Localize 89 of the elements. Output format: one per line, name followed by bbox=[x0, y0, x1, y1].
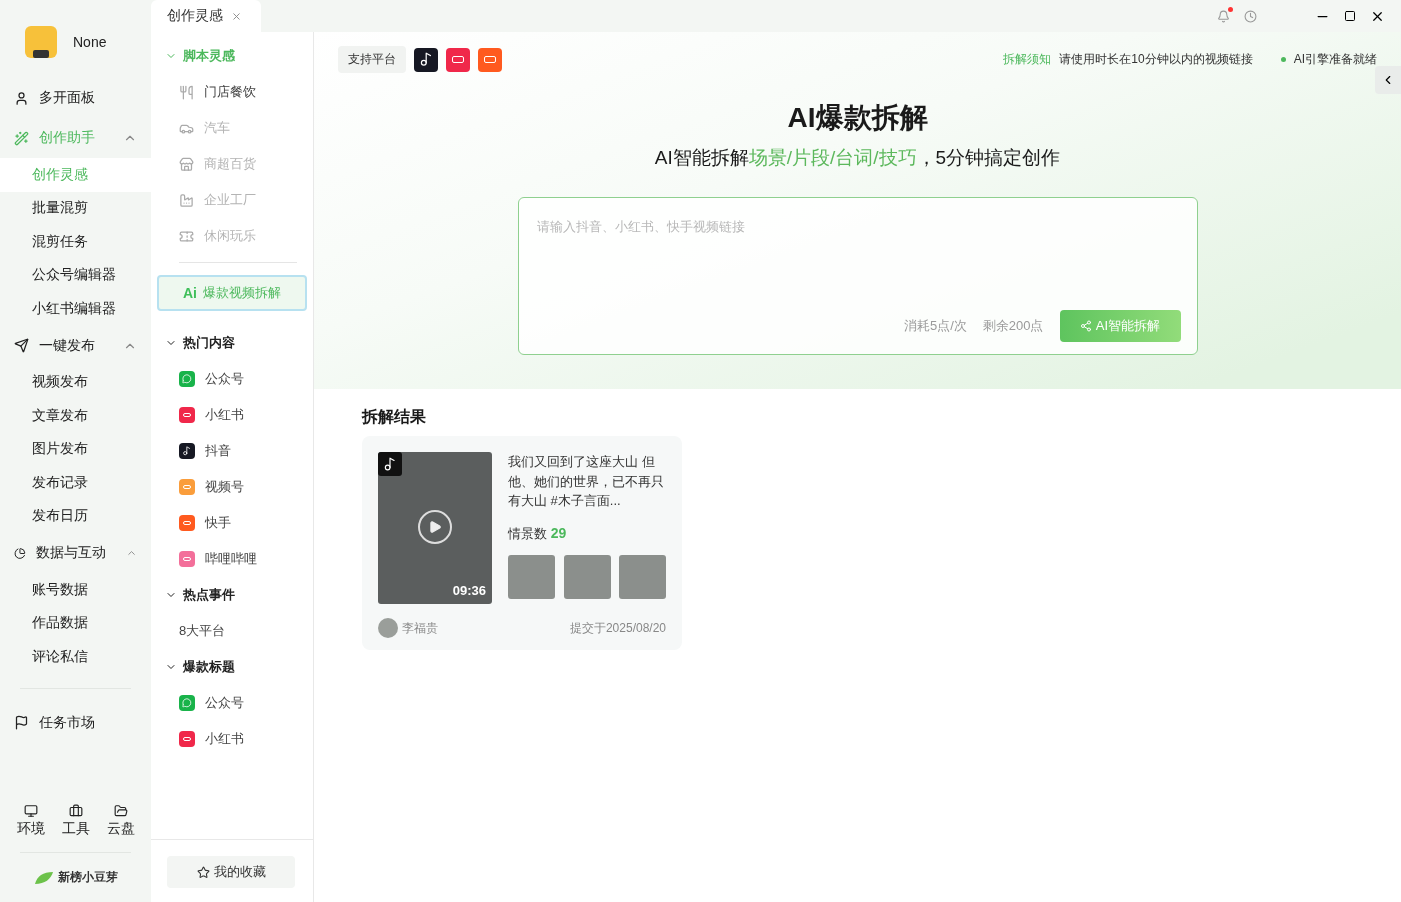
music-note-icon bbox=[179, 443, 195, 459]
app-logo-icon bbox=[179, 551, 195, 567]
section-header[interactable]: 热点事件 bbox=[151, 577, 313, 613]
bell-icon[interactable] bbox=[1217, 9, 1230, 23]
subtitle: AI智能拆解场景/片段/台词/技巧，5分钟搞定创作 bbox=[653, 146, 1062, 170]
clock-icon[interactable] bbox=[1244, 9, 1257, 23]
tool-button[interactable]: 环境 bbox=[16, 804, 45, 838]
nav-item[interactable]: 数据与互动 bbox=[0, 533, 151, 573]
maximize-icon[interactable] bbox=[1344, 10, 1356, 22]
panel-item[interactable]: 公众号 bbox=[151, 685, 313, 721]
nav-subitem[interactable]: 图片发布 bbox=[0, 432, 151, 466]
collapse-button[interactable] bbox=[1375, 66, 1401, 94]
page-title: AI爆款拆解 bbox=[786, 101, 929, 135]
nav-subitem[interactable]: 发布日历 bbox=[0, 499, 151, 533]
video-thumbnail[interactable]: 09:36 bbox=[378, 452, 492, 604]
app-logo-icon bbox=[446, 47, 470, 72]
panel-item[interactable]: 公众号 bbox=[151, 361, 313, 397]
platforms-label: 支持平台 bbox=[338, 46, 406, 73]
results-title: 拆解结果 bbox=[362, 407, 427, 427]
chat-bubble-icon bbox=[179, 695, 195, 711]
nav-subitem[interactable]: 账号数据 bbox=[0, 573, 151, 607]
nav-item[interactable]: 多开面板 bbox=[0, 78, 151, 118]
nav-subitem[interactable]: 批量混剪 bbox=[0, 191, 151, 225]
remaining-points: 剩余200点 bbox=[982, 317, 1044, 335]
submit-date: 提交于2025/08/20 bbox=[569, 619, 666, 637]
section-header[interactable]: 热门内容 bbox=[151, 325, 313, 361]
panel-item[interactable]: 门店餐饮 bbox=[151, 74, 313, 110]
play-icon[interactable] bbox=[418, 510, 452, 544]
music-note-icon bbox=[378, 452, 402, 476]
tool-button[interactable]: 工具 bbox=[61, 804, 90, 838]
favorites-button[interactable]: 我的收藏 bbox=[167, 856, 295, 888]
app-logo-icon bbox=[179, 731, 195, 747]
nav-subitem[interactable]: 作品数据 bbox=[0, 606, 151, 640]
nav-subitem[interactable]: 公众号编辑器 bbox=[0, 258, 151, 292]
author-name: 李福贵 bbox=[402, 619, 438, 637]
nav-subitem[interactable]: 小红书编辑器 bbox=[0, 292, 151, 326]
scene-count: 情景数 29 bbox=[508, 524, 568, 543]
wand-icon bbox=[14, 130, 29, 146]
photo-placeholder[interactable] bbox=[563, 554, 611, 599]
nav-subitem[interactable]: 混剪任务 bbox=[0, 225, 151, 259]
utensils-icon bbox=[179, 84, 194, 100]
notice-text: 请使用时长在10分钟以内的视频链接 bbox=[1059, 51, 1253, 68]
app-logo-icon bbox=[478, 47, 502, 72]
nav-subitem[interactable]: 视频发布 bbox=[0, 365, 151, 399]
chat-bubble-icon bbox=[179, 371, 195, 387]
music-note-icon bbox=[414, 47, 438, 72]
store-icon bbox=[179, 156, 194, 172]
leaf-icon bbox=[33, 870, 54, 885]
video-duration: 09:36 bbox=[452, 583, 486, 598]
tool-button[interactable]: 云盘 bbox=[106, 804, 135, 838]
app-logo-icon bbox=[179, 515, 195, 531]
ticket-icon bbox=[179, 228, 194, 244]
panel-item[interactable]: 抖音 bbox=[151, 433, 313, 469]
monitor-icon bbox=[23, 804, 38, 818]
photo-placeholder[interactable] bbox=[508, 554, 555, 599]
nav-item[interactable]: 任务市场 bbox=[0, 702, 151, 743]
panel-item[interactable]: 哔哩哔哩 bbox=[151, 541, 313, 577]
app-logo-icon bbox=[179, 407, 195, 423]
section-header[interactable]: 爆款标题 bbox=[151, 649, 313, 685]
cost-text: 消耗5点/次 bbox=[903, 317, 967, 335]
result-card[interactable]: 09:36 我们又回到了这座大山 但他、她们的世界，已不再只有大山 #木子言面... 情景数 29 李福贵 提交于2025/08/20 bbox=[362, 436, 682, 650]
panel-item[interactable]: 快手 bbox=[151, 505, 313, 541]
pie-chart-icon bbox=[14, 545, 26, 561]
briefcase-icon bbox=[68, 804, 83, 818]
send-icon bbox=[14, 338, 29, 353]
factory-icon bbox=[179, 192, 194, 208]
app-logo-icon bbox=[179, 479, 195, 495]
photo-placeholder[interactable] bbox=[619, 554, 666, 599]
status-text: AI引擎准备就绪 bbox=[1293, 51, 1377, 68]
share-icon bbox=[1079, 320, 1092, 332]
user-name: None bbox=[73, 34, 107, 50]
nav-subitem[interactable]: 发布记录 bbox=[0, 466, 151, 500]
panel-item[interactable]: 小红书 bbox=[151, 721, 313, 757]
avatar-icon bbox=[25, 26, 57, 58]
folder-icon bbox=[113, 804, 128, 818]
tab[interactable]: 创作灵感 bbox=[151, 0, 261, 32]
user-icon bbox=[14, 90, 29, 106]
nav-item[interactable]: 一键发布 bbox=[0, 325, 151, 366]
star-icon bbox=[196, 865, 210, 879]
notice-tag: 拆解须知 bbox=[1003, 51, 1052, 68]
panel-item[interactable]: 视频号 bbox=[151, 469, 313, 505]
video-description: 我们又回到了这座大山 但他、她们的世界，已不再只有大山 #木子言面... bbox=[508, 453, 665, 510]
flag-icon bbox=[14, 715, 29, 730]
brand-name: 新榜小豆芽 bbox=[57, 869, 118, 886]
avatar-icon bbox=[378, 618, 398, 638]
nav-subitem[interactable]: 评论私信 bbox=[0, 640, 151, 674]
panel-item[interactable]: 8大平台 bbox=[151, 613, 313, 649]
panel-item[interactable]: 小红书 bbox=[151, 397, 313, 433]
nav-subitem[interactable]: 文章发布 bbox=[0, 399, 151, 433]
